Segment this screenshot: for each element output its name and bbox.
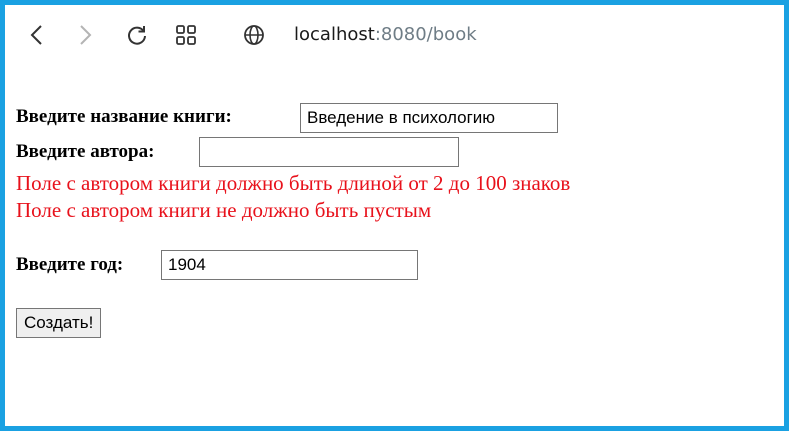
author-row: Введите автора: xyxy=(16,141,154,163)
globe-icon xyxy=(244,25,264,45)
author-error-length: Поле с автором книги должно быть длиной … xyxy=(16,171,571,195)
create-button[interactable]: Создать! xyxy=(16,308,102,338)
back-button[interactable] xyxy=(20,18,54,52)
url-host: localhost xyxy=(294,24,375,45)
title-label: Введите название книги: xyxy=(16,106,232,127)
year-input[interactable]: 1904 xyxy=(161,250,418,280)
author-input[interactable] xyxy=(199,137,459,167)
reload-icon xyxy=(128,26,146,45)
site-info-button[interactable] xyxy=(237,18,271,52)
url-path: :8080/book xyxy=(374,24,477,45)
year-row: Введите год: xyxy=(16,254,123,276)
tabs-button[interactable] xyxy=(169,18,203,52)
title-row: Введите название книги: xyxy=(16,106,232,128)
back-icon xyxy=(30,25,42,45)
tabs-grid-icon xyxy=(176,25,196,45)
address-bar[interactable]: localhost:8080/book xyxy=(294,24,477,46)
reload-button[interactable] xyxy=(120,18,154,52)
browser-window: localhost:8080/book Введите название кни… xyxy=(0,0,789,431)
forward-button[interactable] xyxy=(68,18,102,52)
title-input[interactable]: Введение в психологию xyxy=(300,103,558,133)
author-error-empty: Поле с автором книги не должно быть пуст… xyxy=(16,198,432,222)
year-label: Введите год: xyxy=(16,254,124,275)
browser-toolbar: localhost:8080/book xyxy=(10,10,779,62)
forward-icon xyxy=(80,25,92,45)
author-label: Введите автора: xyxy=(16,141,155,162)
